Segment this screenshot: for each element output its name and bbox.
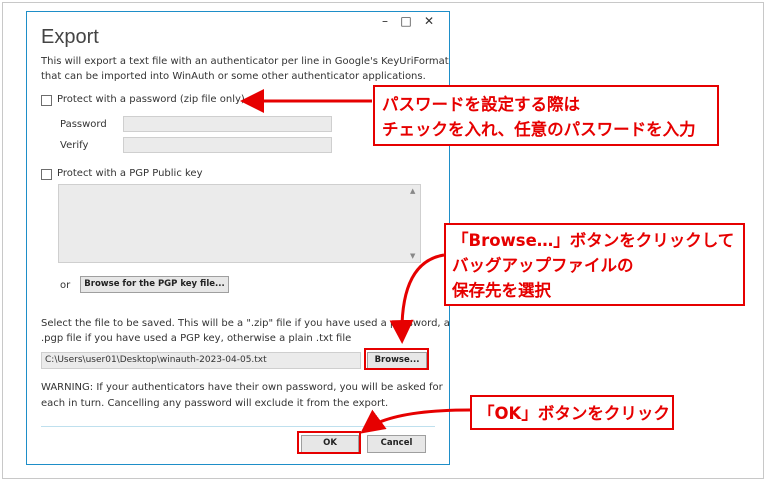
- pgp-key-textarea[interactable]: ▲ ▼: [58, 184, 421, 263]
- warning-line-2: each in turn. Cancelling any password wi…: [41, 398, 389, 409]
- browse-pgp-key-button[interactable]: Browse for the PGP key file...: [80, 276, 229, 293]
- cancel-button[interactable]: Cancel: [367, 435, 426, 453]
- description-line-2: that can be imported into WinAuth or som…: [41, 71, 426, 82]
- save-info-line-1: Select the file to be saved. This will b…: [41, 318, 450, 329]
- maximize-icon[interactable]: □: [399, 13, 413, 29]
- verify-label: Verify: [60, 140, 89, 151]
- close-icon[interactable]: ✕: [422, 13, 436, 29]
- save-info-line-2: .pgp file if you have used a PGP key, ot…: [41, 333, 352, 344]
- ok-callout: 「OK」ボタンをクリック: [470, 395, 674, 430]
- callout-line: 保存先を選択: [452, 281, 551, 300]
- password-checkbox-label[interactable]: Protect with a password (zip file only): [57, 92, 245, 107]
- callout-line: パスワードを設定する際は: [382, 95, 580, 114]
- or-label: or: [60, 280, 71, 291]
- callout-line: チェックを入れ、任意のパスワードを入力: [382, 120, 696, 139]
- ok-highlight: [297, 431, 361, 454]
- dialog-title: Export: [41, 26, 99, 48]
- minimize-icon[interactable]: –: [378, 13, 392, 29]
- file-path-field[interactable]: C:\Users\user01\Desktop\winauth-2023-04-…: [41, 352, 361, 369]
- verify-field[interactable]: [123, 137, 332, 153]
- pgp-checkbox[interactable]: [41, 169, 52, 180]
- callout-line: 「Browse…」ボタンをクリックして: [452, 231, 735, 250]
- callout-line: バッグアップファイルの: [452, 256, 634, 275]
- callout-line: 「OK」ボタンをクリック: [478, 404, 670, 423]
- scroll-up-icon[interactable]: ▲: [410, 187, 415, 195]
- password-callout: パスワードを設定する際は チェックを入れ、任意のパスワードを入力: [373, 85, 719, 146]
- textarea-scrollbar[interactable]: ▲ ▼: [408, 185, 420, 262]
- divider: [41, 426, 435, 427]
- description-line-1: This will export a text file with an aut…: [41, 56, 449, 67]
- password-field[interactable]: [123, 116, 332, 132]
- file-path-value: C:\Users\user01\Desktop\winauth-2023-04-…: [45, 355, 267, 365]
- password-checkbox[interactable]: [41, 95, 52, 106]
- browse-callout: 「Browse…」ボタンをクリックして バッグアップファイルの 保存先を選択: [444, 223, 745, 306]
- scroll-down-icon[interactable]: ▼: [410, 252, 415, 260]
- pgp-checkbox-label[interactable]: Protect with a PGP Public key: [57, 166, 203, 181]
- export-dialog: – □ ✕ Export This will export a text fil…: [26, 11, 450, 465]
- warning-line-1: WARNING: If your authenticators have the…: [41, 382, 443, 393]
- browse-highlight: [364, 348, 429, 370]
- password-label: Password: [60, 119, 107, 130]
